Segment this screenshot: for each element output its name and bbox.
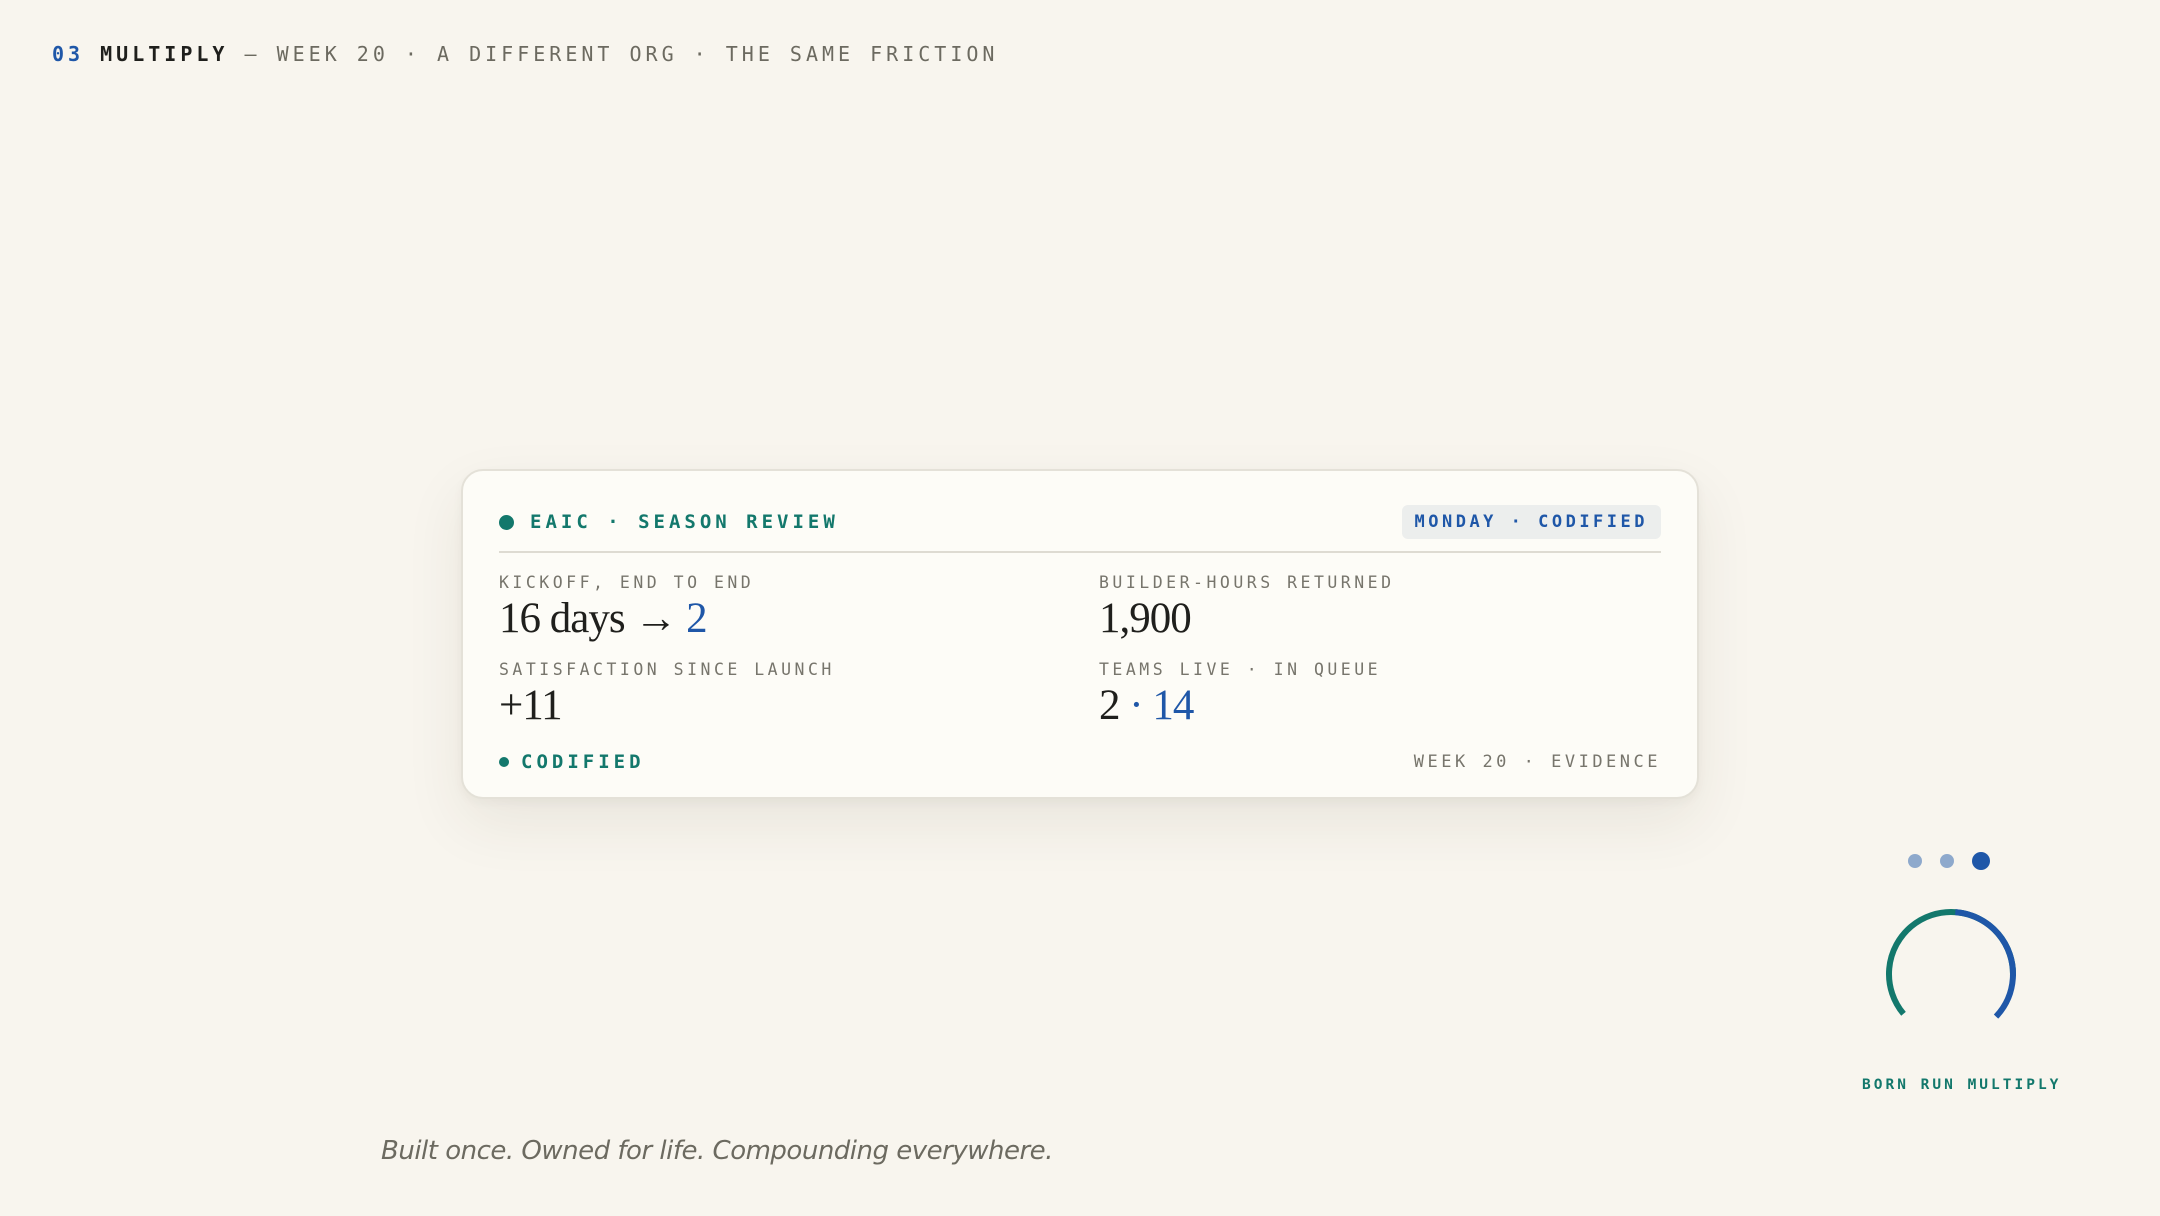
progress-dot-3-active[interactable] bbox=[1972, 852, 1990, 870]
stat-teams: TEAMS LIVE · IN QUEUE 2 · 14 bbox=[1099, 660, 1381, 731]
stat-value-main: 1,900 bbox=[1099, 595, 1192, 642]
stat-value-accent: 2 bbox=[686, 595, 707, 642]
stat-value-main: 16 days → bbox=[499, 595, 687, 642]
stat-value-accent: · 14 bbox=[1119, 682, 1194, 729]
progress-dot-1[interactable] bbox=[1908, 854, 1922, 868]
footer-meta: WEEK 20 · EVIDENCE bbox=[1413, 752, 1661, 772]
stat-value: 2 · 14 bbox=[1099, 681, 1381, 731]
stat-label: TEAMS LIVE · IN QUEUE bbox=[1099, 660, 1382, 679]
section-header: 03 MULTIPLY — WEEK 20 · A DIFFERENT ORG … bbox=[52, 42, 998, 66]
card-header: EAIC · SEASON REVIEW MONDAY · CODIFIED bbox=[499, 501, 1661, 543]
stat-satisfaction: SATISFACTION SINCE LAUNCH +11 bbox=[499, 660, 835, 731]
stat-value: 1,900 bbox=[1099, 594, 1395, 644]
slide-progress bbox=[1908, 852, 1990, 870]
section-subtitle: — WEEK 20 · A DIFFERENT ORG · THE SAME F… bbox=[228, 42, 999, 66]
stat-value-main: +11 bbox=[499, 682, 563, 729]
section-number: 03 bbox=[52, 42, 85, 66]
footer-status: CODIFIED bbox=[499, 751, 645, 773]
stat-value-main: 2 bbox=[1099, 682, 1120, 729]
cycle-ring-icon bbox=[1885, 909, 2016, 1039]
stat-label: BUILDER-HOURS RETURNED bbox=[1099, 573, 1395, 592]
stat-builder-hours: BUILDER-HOURS RETURNED 1,900 bbox=[1099, 573, 1395, 644]
card-footer: CODIFIED WEEK 20 · EVIDENCE bbox=[499, 751, 1661, 773]
card-title-group: EAIC · SEASON REVIEW bbox=[499, 511, 839, 533]
stat-label: SATISFACTION SINCE LAUNCH bbox=[499, 660, 835, 679]
status-badge: MONDAY · CODIFIED bbox=[1401, 505, 1661, 539]
card-title: EAIC · SEASON REVIEW bbox=[530, 511, 839, 533]
card-divider bbox=[499, 551, 1661, 553]
season-review-card: EAIC · SEASON REVIEW MONDAY · CODIFIED K… bbox=[461, 469, 1699, 799]
section-name: MULTIPLY bbox=[100, 42, 229, 66]
footer-status-label: CODIFIED bbox=[521, 751, 645, 773]
status-dot-icon bbox=[499, 757, 509, 767]
status-dot-icon bbox=[499, 514, 514, 530]
stat-kickoff: KICKOFF, END TO END 16 days → 2 bbox=[499, 573, 754, 644]
progress-dot-2[interactable] bbox=[1940, 854, 1954, 868]
stat-value: 16 days → 2 bbox=[499, 594, 754, 644]
tagline: Built once. Owned for life. Compounding … bbox=[381, 1136, 1053, 1166]
stat-value: +11 bbox=[499, 681, 835, 731]
cycle-label: BORN RUN MULTIPLY bbox=[1862, 1077, 2062, 1093]
stat-label: KICKOFF, END TO END bbox=[499, 573, 755, 592]
